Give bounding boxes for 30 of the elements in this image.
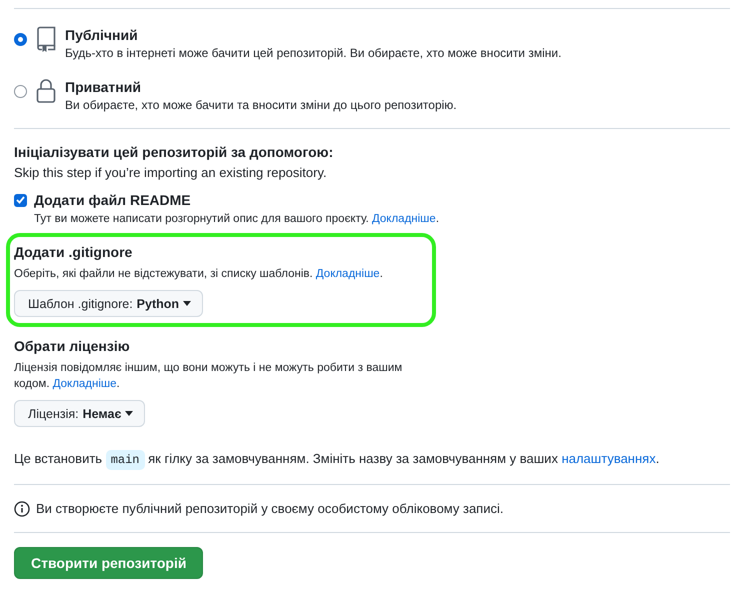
checkbox-label: Додати файл README — [34, 192, 191, 208]
create-repository-button[interactable]: Створити репозиторій — [14, 547, 204, 579]
lock-icon — [35, 78, 57, 104]
option-title: Приватний — [65, 78, 142, 96]
option-description: Будь-хто в інтернеті може бачити цей репозиторій. Ви обираєте, хто може вносити зміни. — [65, 45, 562, 62]
settings-link[interactable]: налаштуваннях — [562, 451, 656, 466]
section-description: Оберіть, які файли не відстежувати, зі списку шаблонів. Докладніше. — [14, 267, 384, 282]
section-heading: Додати .gitignore — [14, 243, 134, 261]
default-branch-note: Це встановить main як гілку за замовчуванням. Змініть назву за замовчуванням у ваших налаштуваннях. — [14, 437, 730, 484]
option-title: Публічний — [65, 26, 139, 44]
caret-icon — [125, 411, 134, 416]
caret-icon — [183, 301, 192, 306]
radio-button[interactable] — [14, 85, 27, 98]
branch-name: main — [106, 450, 144, 470]
learn-more-link[interactable]: Докладніше — [52, 378, 117, 390]
checkbox[interactable] — [14, 194, 27, 206]
section-subheading: Skip this step if you’re importing an existing repository. — [14, 164, 328, 182]
learn-more-link[interactable]: Докладніше — [372, 213, 436, 225]
section-heading: Обрати ліцензію — [14, 337, 131, 355]
learn-more-link[interactable]: Докладніше — [316, 268, 380, 280]
radio-button[interactable] — [14, 33, 27, 46]
info-icon — [14, 500, 30, 516]
dropdown-button[interactable]: Шаблон .gitignore: Python — [14, 290, 204, 317]
book-icon — [35, 26, 57, 52]
info-message: Ви створюєте публічний репозиторій у своєму особистому обліковому записі. — [36, 500, 504, 518]
option-description: Ви обираєте, хто може бачити та вносити зміни до цього репозиторію. — [65, 97, 457, 114]
section-description: Ліцензія повідомляє іншим, що вони можуть і не можуть робити з вашим кодом. Докладніше. — [14, 361, 404, 392]
section-heading: Ініціалізувати цей репозиторій за допомогою: — [14, 143, 334, 161]
readme-description: Тут ви можете написати розгорнутий опис для вашого проєкту. Докладніше. — [34, 212, 440, 227]
dropdown-button[interactable]: Ліцензія: Немає — [14, 400, 146, 427]
